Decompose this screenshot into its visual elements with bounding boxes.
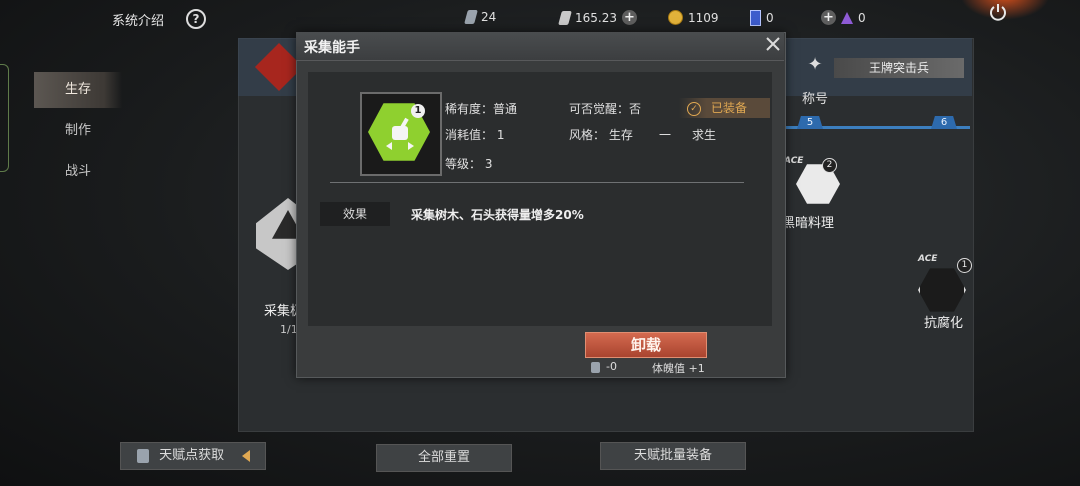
gold-count: 1109 bbox=[688, 10, 719, 25]
talent-point-icon bbox=[137, 448, 149, 463]
add-crystal-icon[interactable]: + bbox=[821, 10, 836, 25]
card-icon bbox=[750, 10, 761, 26]
effect-label: 效果 bbox=[320, 202, 390, 226]
cost-change-value: -0 bbox=[606, 360, 617, 373]
cost-text: 消耗值： 1 bbox=[445, 128, 505, 142]
talent-point-icon bbox=[591, 361, 600, 373]
resource-crystal: + 0 bbox=[821, 10, 866, 25]
equipped-label: 已装备 bbox=[711, 101, 748, 115]
style-label: 风格： 生存 bbox=[569, 128, 633, 142]
power-icon[interactable] bbox=[988, 2, 1008, 22]
reset-all-button[interactable]: 全部重置 bbox=[376, 444, 512, 472]
add-cash-icon[interactable]: + bbox=[622, 10, 637, 25]
unload-button[interactable]: 卸载 bbox=[585, 332, 707, 358]
card-count: 0 bbox=[766, 11, 774, 25]
level-marker-6: 6 bbox=[931, 116, 957, 129]
resource-gold: 1109 bbox=[668, 10, 719, 25]
talent-points-button[interactable]: 天赋点获取 bbox=[120, 442, 266, 470]
close-icon[interactable] bbox=[764, 35, 782, 53]
level-text: 等级： 3 bbox=[445, 157, 493, 171]
talent-level-badge: 2 bbox=[822, 158, 837, 173]
style-dash: 一 bbox=[659, 128, 672, 142]
rarity-text: 稀有度：普通 bbox=[445, 102, 518, 116]
talent-level-badge: 1 bbox=[957, 258, 972, 273]
gem-icon bbox=[464, 10, 478, 24]
gold-coin-icon bbox=[668, 10, 683, 25]
ace-label: ACE bbox=[918, 254, 938, 264]
title-wings-icon: ✦ bbox=[807, 54, 823, 75]
cash-count: 165.23 bbox=[575, 10, 617, 25]
arrow-left-icon bbox=[242, 449, 251, 462]
awaken-text: 可否觉醒：否 bbox=[569, 102, 642, 116]
tab-combat[interactable]: 战斗 bbox=[34, 154, 122, 190]
style-value: 求生 bbox=[692, 128, 717, 142]
cost-change: -0 bbox=[591, 360, 617, 373]
gem-count: 24 bbox=[481, 10, 497, 24]
equipped-badge: ✓ 已装备 bbox=[679, 98, 770, 118]
divider bbox=[330, 182, 744, 183]
title-badge[interactable]: 王牌突击兵 bbox=[834, 58, 964, 78]
tab-crafting[interactable]: 制作 bbox=[34, 113, 122, 149]
crystal-icon bbox=[841, 11, 853, 24]
batch-equip-button[interactable]: 天赋批量装备 bbox=[600, 442, 746, 470]
sidebar-edge bbox=[0, 64, 9, 172]
skill-level-badge: 1 bbox=[411, 104, 425, 118]
dialog-titlebar bbox=[296, 32, 784, 61]
tab-survival[interactable]: 生存 bbox=[34, 72, 122, 108]
system-intro-label[interactable]: 系统介绍 bbox=[112, 10, 164, 29]
help-icon[interactable]: ? bbox=[186, 9, 206, 29]
ace-label: ACE bbox=[784, 156, 804, 166]
cash-icon bbox=[558, 10, 572, 25]
resource-gem: 24 bbox=[464, 10, 497, 24]
crystal-count: 0 bbox=[858, 10, 866, 25]
check-icon: ✓ bbox=[687, 101, 701, 116]
title-label: 称号 bbox=[802, 92, 829, 107]
dialog-title: 采集能手 bbox=[304, 40, 360, 56]
fist-icon bbox=[386, 117, 414, 150]
resource-cash: 165.23 + bbox=[558, 10, 637, 25]
talent-name-anti-corrosion: 抗腐化 bbox=[924, 316, 964, 331]
stamina-change: 体魄值 +1 bbox=[652, 362, 705, 375]
talent-points-label: 天赋点获取 bbox=[159, 448, 225, 463]
resource-card: 0 bbox=[750, 10, 774, 26]
effect-description: 采集树木、石头获得量增多20% bbox=[411, 208, 584, 222]
level-marker-5: 5 bbox=[797, 116, 823, 129]
talent-name-dark-cuisine: 黑暗料理 bbox=[782, 216, 835, 231]
